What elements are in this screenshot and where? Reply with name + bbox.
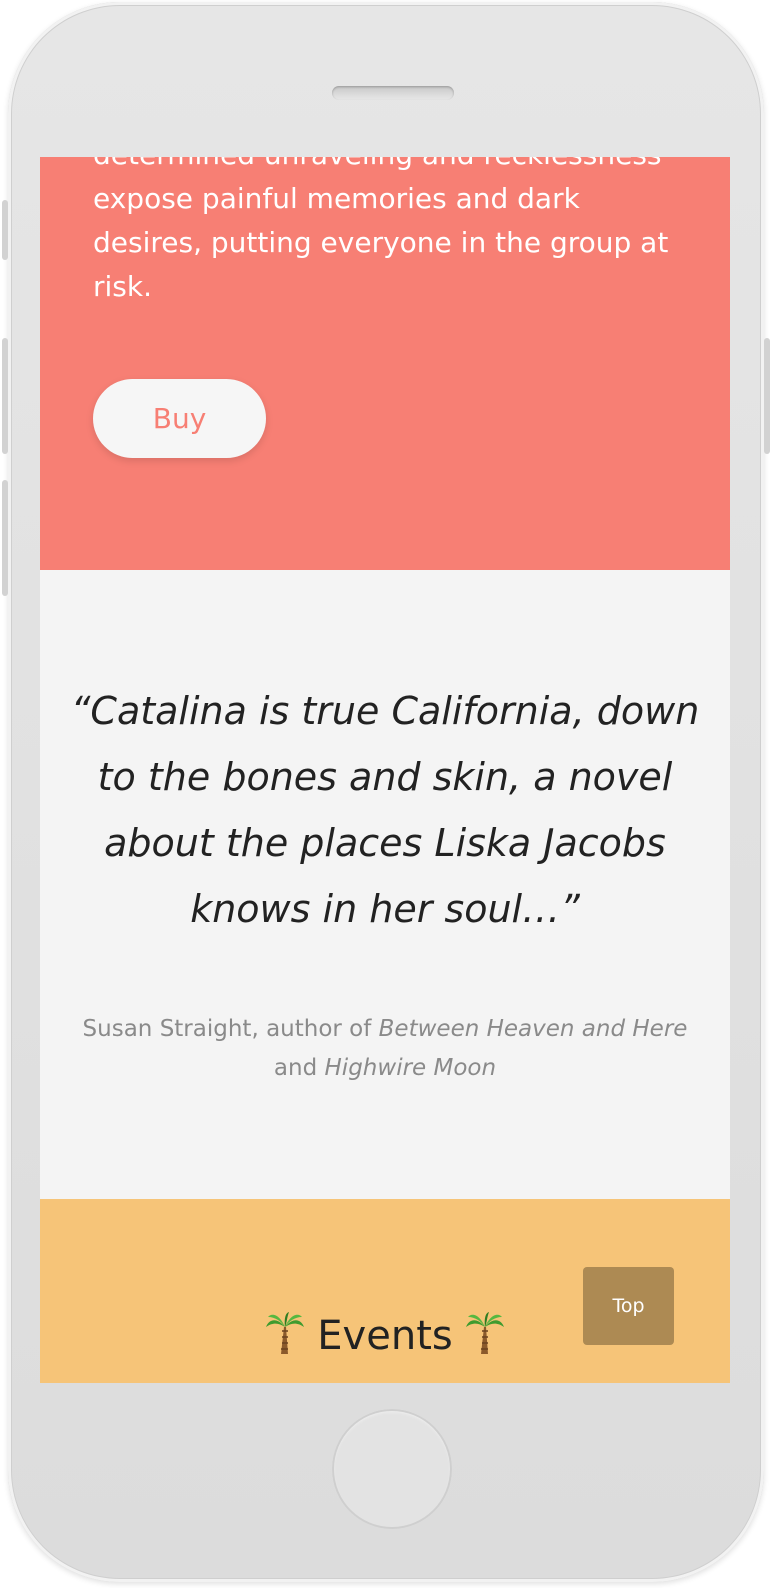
attribution-prefix: Susan Straight, author of — [82, 1016, 379, 1042]
attribution-connector: and — [273, 1055, 325, 1081]
palm-tree-icon — [466, 1312, 505, 1354]
book-title-highwire-moon: Highwire Moon — [324, 1055, 497, 1081]
volume-up-button — [2, 338, 8, 454]
buy-button[interactable]: Buy — [93, 379, 266, 458]
mute-switch — [2, 200, 8, 260]
volume-down-button — [2, 480, 8, 596]
back-to-top-button[interactable]: Top — [583, 1267, 674, 1345]
power-button — [764, 338, 770, 454]
phone-screen: determined unraveling and recklessness e… — [40, 157, 730, 1383]
events-heading-text: Events — [317, 1313, 453, 1359]
book-description-section: determined unraveling and recklessness e… — [40, 157, 730, 570]
review-quote: “Catalina is true California, down to th… — [70, 689, 700, 931]
home-button[interactable] — [332, 1409, 452, 1529]
book-title-between-heaven-and-here: Between Heaven and Here — [378, 1016, 688, 1042]
speaker-grille — [332, 86, 454, 100]
review-attribution: Susan Straight, author of Between Heaven… — [70, 1010, 700, 1088]
events-section: Events Top — [40, 1199, 730, 1383]
palm-tree-icon — [265, 1312, 304, 1354]
review-quote-section: “Catalina is true California, down to th… — [40, 570, 730, 1199]
book-description-text: determined unraveling and recklessness e… — [93, 157, 669, 303]
